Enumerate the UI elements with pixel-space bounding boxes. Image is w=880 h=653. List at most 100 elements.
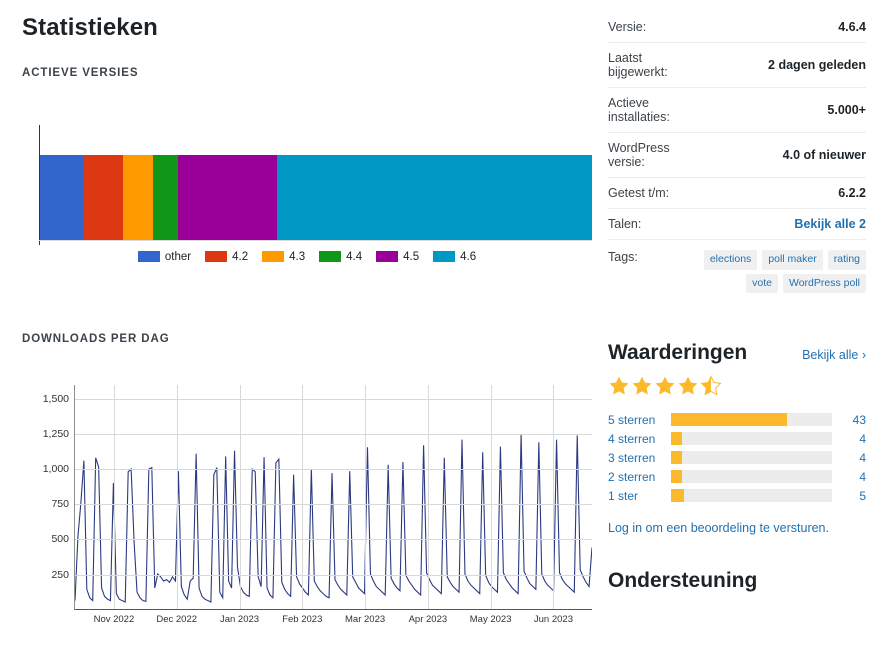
- rating-bar-row[interactable]: 2 sterren 4: [608, 467, 866, 486]
- rating-bar-track: [671, 470, 832, 484]
- x-axis-tick-label: Nov 2022: [93, 613, 135, 625]
- version-segment-4-2[interactable]: [84, 154, 123, 240]
- x-gridline: [176, 384, 178, 609]
- rating-bar-row[interactable]: 5 sterren 43: [608, 410, 866, 429]
- ratings-breakdown: 5 sterren 43 4 sterren 4 3 sterren 4 2 sterren…: [608, 410, 866, 505]
- x-axis-tick-label: Mar 2023: [345, 613, 386, 625]
- rating-bar-count[interactable]: 43: [832, 413, 866, 427]
- y-axis-tick-label: 1,250: [42, 428, 69, 441]
- ratings-view-all-label: Bekijk alle: [802, 348, 859, 363]
- meta-row: Actieve installaties: 5.000+: [608, 88, 866, 133]
- meta-value: 2 dagen geleden: [768, 58, 866, 72]
- rating-bar-row[interactable]: 3 sterren 4: [608, 448, 866, 467]
- meta-value: 4.6.4: [838, 20, 866, 34]
- star-full-icon: [631, 375, 653, 396]
- rating-bar-count[interactable]: 5: [832, 489, 866, 503]
- meta-key: Getest t/m:: [608, 186, 670, 200]
- legend-item-4-3[interactable]: 4.3: [262, 251, 305, 263]
- meta-key: WordPress versie:: [608, 141, 670, 169]
- meta-value[interactable]: Bekijk alle 2: [689, 209, 866, 240]
- tag-chip[interactable]: rating: [827, 250, 866, 270]
- version-segment-4-4[interactable]: [153, 154, 178, 240]
- rating-bar-label[interactable]: 4 sterren: [608, 432, 671, 446]
- legend-label: 4.4: [346, 250, 363, 263]
- star-full-icon: [677, 375, 699, 396]
- legend-item-4-4[interactable]: 4.4: [319, 251, 362, 263]
- legend-item-other[interactable]: other: [137, 250, 192, 263]
- ratings-view-all-link[interactable]: Bekijk alle ›: [802, 348, 866, 362]
- legend-swatch-icon: [137, 251, 160, 263]
- legend-swatch-icon: [319, 251, 342, 263]
- version-segment-other[interactable]: [40, 154, 85, 240]
- tag-chip[interactable]: elections: [703, 250, 758, 270]
- legend-item-4-5[interactable]: 4.5: [376, 251, 419, 263]
- meta-key: Talen:: [608, 217, 642, 231]
- rating-bar-label[interactable]: 3 sterren: [608, 451, 671, 465]
- x-gridline: [427, 384, 429, 609]
- left-column: Statistieken ACTIEVE VERSIES other 4.2 4.3…: [0, 0, 600, 653]
- y-gridline: [75, 434, 592, 436]
- support-title: Ondersteuning: [608, 569, 758, 593]
- meta-row: Talen: Bekijk alle 2: [608, 209, 866, 240]
- y-gridline: [75, 469, 592, 471]
- ratings-title: Waarderingen: [608, 341, 748, 365]
- versions-legend: other 4.2 4.3 4.4 4.5 4.6: [22, 251, 592, 263]
- rating-bar-count[interactable]: 4: [832, 432, 866, 446]
- rating-bar-label[interactable]: 1 ster: [608, 489, 671, 503]
- star-full-icon: [608, 375, 630, 396]
- rating-bar-row[interactable]: 4 sterren 4: [608, 429, 866, 448]
- x-gridline: [113, 384, 115, 609]
- plugin-meta-table: Versie: 4.6.4 Laatst bijgewerkt: 2 dagen ge…: [608, 12, 866, 307]
- rating-bar-track: [671, 413, 832, 427]
- legend-label: 4.6: [460, 250, 477, 263]
- x-gridline: [365, 384, 367, 609]
- login-review-note: Log in om een beoordeling te versturen.: [608, 521, 829, 536]
- legend-swatch-icon: [205, 251, 228, 263]
- meta-value: 4.0 of nieuwer: [782, 148, 866, 162]
- x-gridline: [553, 384, 555, 609]
- meta-row: Getest t/m: 6.2.2: [608, 178, 866, 209]
- meta-key: Laatst bijgewerkt:: [608, 51, 668, 79]
- meta-row: Laatst bijgewerkt: 2 dagen geleden: [608, 43, 866, 88]
- rating-bar-count[interactable]: 4: [832, 470, 866, 484]
- y-gridline: [75, 398, 592, 400]
- meta-key: Versie:: [608, 20, 647, 34]
- version-segment-4-6[interactable]: [277, 154, 592, 240]
- y-gridline: [75, 539, 592, 541]
- rating-bar-fill: [671, 451, 682, 465]
- x-gridline: [490, 384, 492, 609]
- versions-stacked-bar: [40, 154, 592, 240]
- rating-bar-track: [671, 489, 832, 503]
- tag-chip[interactable]: WordPress poll: [783, 273, 866, 294]
- y-axis-tick-label: 1,500: [42, 392, 69, 405]
- rating-bar-row[interactable]: 1 ster 5: [608, 486, 866, 505]
- y-gridline: [75, 574, 592, 576]
- meta-value-link[interactable]: Bekijk alle 2: [794, 217, 866, 231]
- rating-bar-track: [671, 451, 832, 465]
- rating-bar-label[interactable]: 2 sterren: [608, 470, 671, 484]
- y-axis-tick-label: 500: [51, 533, 69, 546]
- legend-item-4-2[interactable]: 4.2: [205, 251, 248, 263]
- rating-bar-label[interactable]: 5 sterren: [608, 413, 671, 427]
- y-axis-tick-label: 1,000: [42, 463, 69, 476]
- meta-row: Versie: 4.6.4: [608, 12, 866, 43]
- chevron-right-icon: ›: [861, 348, 866, 363]
- legend-label: 4.2: [232, 250, 249, 263]
- version-segment-4-3[interactable]: [122, 154, 154, 240]
- meta-row: WordPress versie: 4.0 of nieuwer: [608, 133, 866, 178]
- rating-bar-count[interactable]: 4: [832, 451, 866, 465]
- tags-list: elections poll maker rating vote WordPress p…: [689, 240, 866, 308]
- y-gridline: [75, 504, 592, 506]
- legend-item-4-6[interactable]: 4.6: [433, 251, 476, 263]
- tag-chip[interactable]: poll maker: [762, 250, 823, 270]
- tag-chip[interactable]: vote: [746, 273, 778, 294]
- legend-swatch-icon: [262, 251, 285, 263]
- star-half-icon: [700, 375, 722, 396]
- meta-key: Actieve installaties:: [608, 96, 670, 124]
- plugin-stats-page: Statistieken ACTIEVE VERSIES other 4.2 4.3…: [0, 0, 880, 653]
- legend-label: other: [164, 250, 192, 263]
- version-segment-4-5[interactable]: [177, 154, 278, 240]
- legend-swatch-icon: [376, 251, 399, 263]
- versions-baseline: [39, 239, 592, 241]
- legend-swatch-icon: [433, 251, 456, 263]
